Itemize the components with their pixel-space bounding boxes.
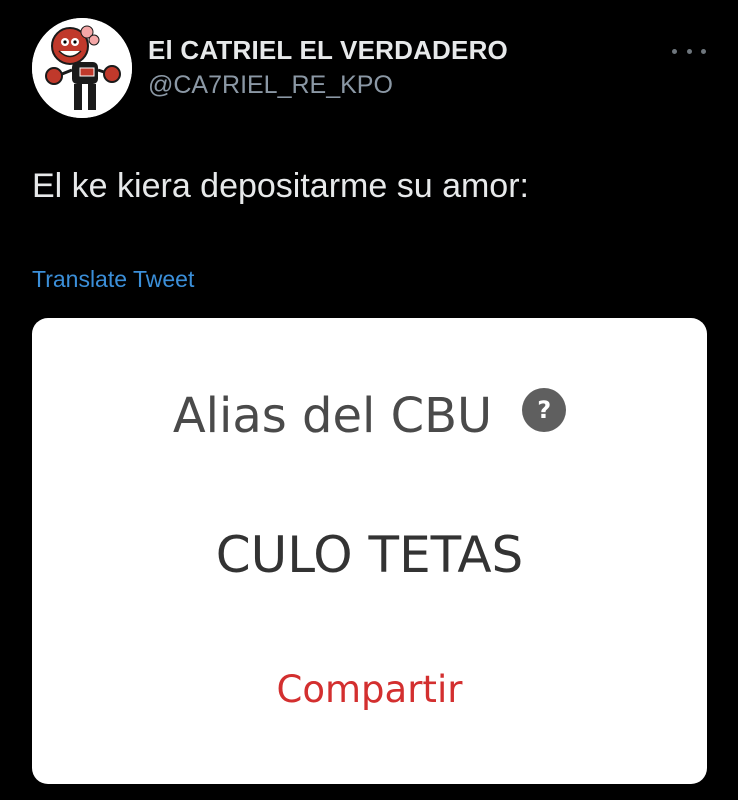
cartoon-character-avatar-icon xyxy=(32,18,132,118)
more-options-icon[interactable] xyxy=(672,46,706,56)
alias-row: Alias del CBU ? xyxy=(32,388,707,444)
alias-label: Alias del CBU xyxy=(172,388,493,444)
author-handle[interactable]: @CA7RIEL_RE_KPO xyxy=(148,71,393,100)
share-link: Compartir xyxy=(276,668,463,711)
tweet-text: El ke kiera depositarme su amor: xyxy=(32,167,529,205)
author-avatar[interactable] xyxy=(32,18,132,118)
more-dot xyxy=(686,48,692,54)
translate-tweet-link[interactable]: Translate Tweet xyxy=(32,266,194,293)
author-display-name[interactable]: El CATRIEL EL VERDADERO xyxy=(148,35,508,66)
more-dot xyxy=(672,48,677,54)
help-icon: ? xyxy=(522,388,567,432)
more-dot xyxy=(701,48,706,54)
tweet-media-image[interactable]: Alias del CBU ? CULO TETAS Compartir xyxy=(32,318,707,784)
alias-value: CULO TETAS xyxy=(215,526,524,584)
